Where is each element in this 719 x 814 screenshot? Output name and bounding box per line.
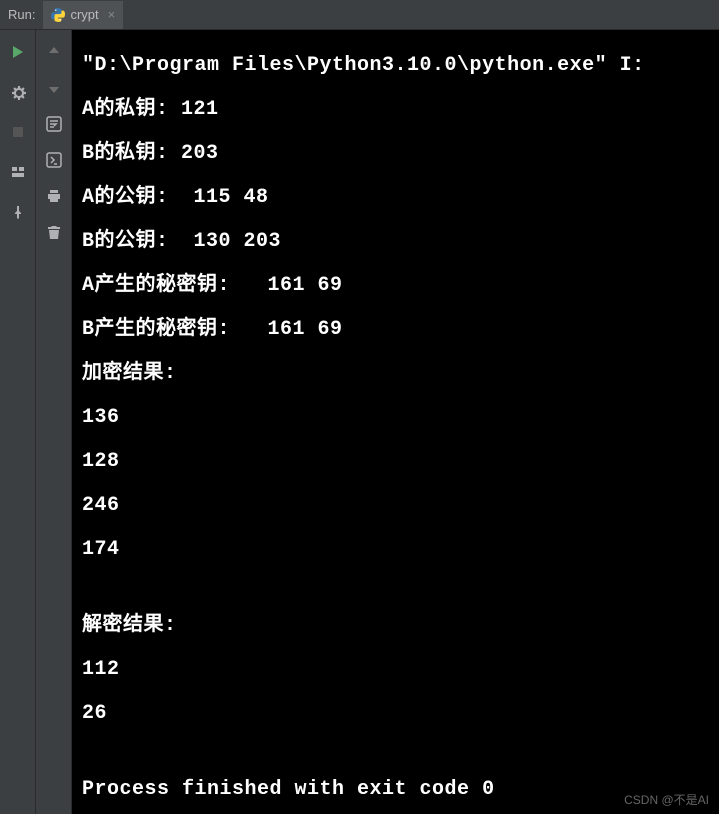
settings-button[interactable] xyxy=(6,80,30,104)
console-output[interactable]: "D:\Program Files\Python3.10.0\python.ex… xyxy=(72,30,719,814)
trash-button[interactable] xyxy=(42,220,66,244)
console-line: B产生的秘密钥: 161 69 xyxy=(82,314,709,346)
pin-button[interactable] xyxy=(6,200,30,224)
console-line: 246 xyxy=(82,490,709,522)
main-area: "D:\Program Files\Python3.10.0\python.ex… xyxy=(0,30,719,814)
console-line: 112 xyxy=(82,654,709,686)
console-line: 128 xyxy=(82,446,709,478)
console-line: A产生的秘密钥: 161 69 xyxy=(82,270,709,302)
console-line: 26 xyxy=(82,698,709,730)
soft-wrap-button[interactable] xyxy=(42,112,66,136)
close-icon[interactable]: × xyxy=(104,7,116,22)
run-label: Run: xyxy=(0,7,43,22)
toolbar-primary xyxy=(0,30,36,814)
print-button[interactable] xyxy=(42,184,66,208)
console-line xyxy=(82,742,709,762)
run-button[interactable] xyxy=(6,40,30,64)
toolbar-secondary xyxy=(36,30,72,814)
stop-button[interactable] xyxy=(6,120,30,144)
console-line: B的公钥: 130 203 xyxy=(82,226,709,258)
run-config-tab[interactable]: crypt × xyxy=(43,1,123,29)
tab-label: crypt xyxy=(70,7,98,22)
console-line: Process finished with exit code 0 xyxy=(82,774,709,806)
console-line: A的公钥: 115 48 xyxy=(82,182,709,214)
scroll-to-end-button[interactable] xyxy=(42,148,66,172)
console-line: "D:\Program Files\Python3.10.0\python.ex… xyxy=(82,50,709,82)
up-arrow-button[interactable] xyxy=(42,40,66,64)
console-line: 136 xyxy=(82,402,709,434)
console-line: 174 xyxy=(82,534,709,566)
console-line: B的私钥: 203 xyxy=(82,138,709,170)
python-icon xyxy=(51,8,65,22)
console-line: 加密结果: xyxy=(82,358,709,390)
console-line: A的私钥: 121 xyxy=(82,94,709,126)
console-line xyxy=(82,578,709,598)
console-line: 解密结果: xyxy=(82,610,709,642)
tab-bar: Run: crypt × xyxy=(0,0,719,30)
watermark: CSDN @不是AI xyxy=(624,791,709,808)
down-arrow-button[interactable] xyxy=(42,76,66,100)
layout-button[interactable] xyxy=(6,160,30,184)
